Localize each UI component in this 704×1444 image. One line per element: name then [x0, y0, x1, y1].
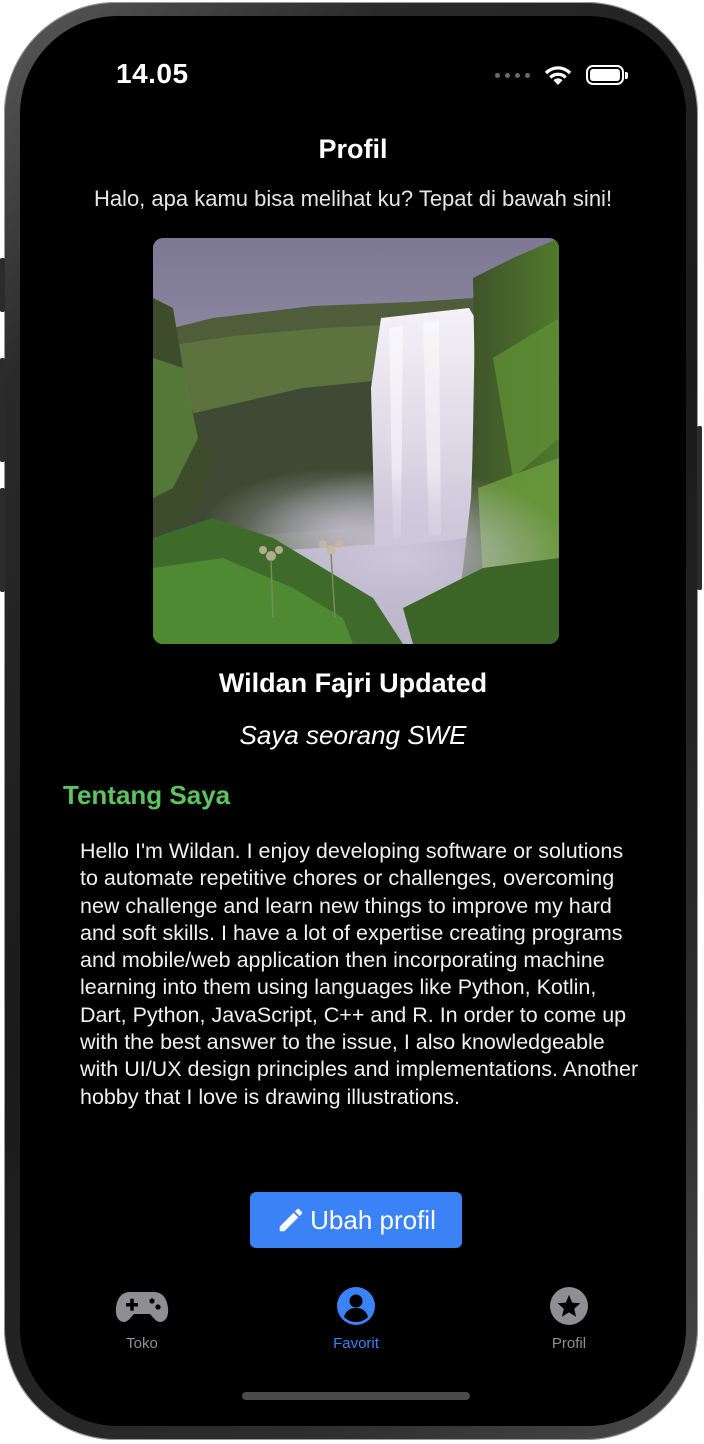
- about-body: Hello I'm Wildan. I enjoy developing sof…: [80, 839, 639, 1109]
- volume-down-button: [0, 488, 5, 592]
- tab-profil-label: Profil: [551, 1335, 587, 1352]
- gamepad-icon: [115, 1292, 169, 1322]
- status-icons: [495, 64, 628, 86]
- edit-profile-label: Ubah profil: [310, 1204, 436, 1235]
- tab-favorit[interactable]: Favorit: [296, 1286, 416, 1352]
- volume-up-button: [0, 358, 5, 462]
- wifi-icon: [544, 66, 572, 85]
- tab-toko-label: Toko: [126, 1335, 158, 1352]
- page-subtitle: Halo, apa kamu bisa melihat ku? Tepat di…: [93, 186, 613, 211]
- pencil-icon: [279, 1208, 303, 1232]
- profile-tagline: Saya seorang SWE: [239, 720, 467, 750]
- person-circle-icon: [337, 1287, 375, 1325]
- cellular-signal-icon: [495, 72, 530, 78]
- battery-icon: [586, 65, 628, 85]
- star-circle-icon: [550, 1287, 588, 1325]
- mute-switch: [0, 258, 5, 312]
- profile-photo: [153, 238, 559, 644]
- phone-frame: 14.05 Profil Halo, apa kamu bisa melihat…: [0, 2, 702, 1440]
- screen: 14.05 Profil Halo, apa kamu bisa melihat…: [20, 16, 686, 1426]
- page-title: Profil: [318, 134, 388, 164]
- tab-bar: Toko Favorit Profil: [20, 1286, 686, 1376]
- tab-toko[interactable]: Toko: [82, 1286, 202, 1352]
- tab-favorit-label: Favorit: [333, 1335, 379, 1352]
- power-button: [697, 426, 702, 590]
- about-section-title: Tentang Saya: [63, 780, 231, 810]
- profile-name: Wildan Fajri Updated: [218, 668, 488, 698]
- tab-profil[interactable]: Profil: [509, 1286, 629, 1352]
- status-time: 14.05: [116, 58, 189, 89]
- home-indicator[interactable]: [242, 1392, 470, 1400]
- edit-profile-button[interactable]: Ubah profil: [250, 1192, 462, 1248]
